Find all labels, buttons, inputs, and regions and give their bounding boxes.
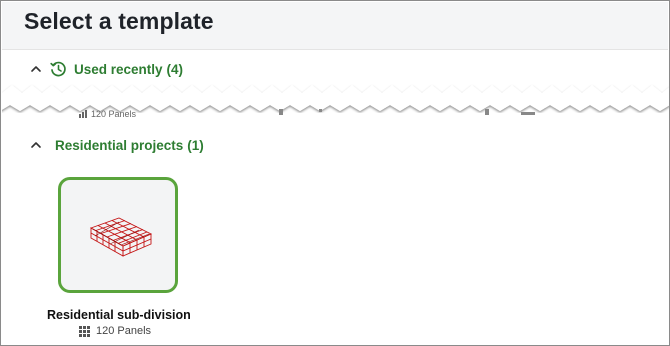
section-header-residential-projects[interactable]: Residential projects (1) <box>29 135 204 155</box>
chevron-up-icon[interactable] <box>29 138 43 152</box>
section-header-used-recently[interactable]: Used recently (4) <box>29 59 183 79</box>
grid-icon <box>79 325 90 337</box>
partial-card-fragment <box>521 112 535 115</box>
chevron-up-icon[interactable] <box>29 62 43 76</box>
partial-card-fragment <box>279 109 283 115</box>
section-label: Used recently <box>74 61 163 77</box>
template-card-meta: 120 Panels <box>79 325 151 337</box>
section-count: (4) <box>166 61 184 77</box>
page-title: Select a template <box>24 8 214 34</box>
section-count: (1) <box>187 137 204 153</box>
partial-card-meta: 120 Panels <box>79 109 136 119</box>
partial-card-fragment <box>319 109 322 112</box>
partial-meta-text: 120 Panels <box>91 109 137 119</box>
template-picker-dialog: Select a template Used recently (4) 120 … <box>0 0 670 346</box>
template-card-panel-count: 120 Panels <box>96 325 152 337</box>
grid-icon <box>79 110 87 118</box>
section-label: Residential projects <box>55 137 184 153</box>
building-model-thumbnail <box>89 217 153 257</box>
template-card-residential-sub-division[interactable] <box>58 177 178 293</box>
partial-card-fragment <box>485 109 489 115</box>
template-card-title[interactable]: Residential sub-division <box>47 308 191 322</box>
history-icon <box>50 61 66 77</box>
header-bar: Select a template <box>2 2 668 50</box>
